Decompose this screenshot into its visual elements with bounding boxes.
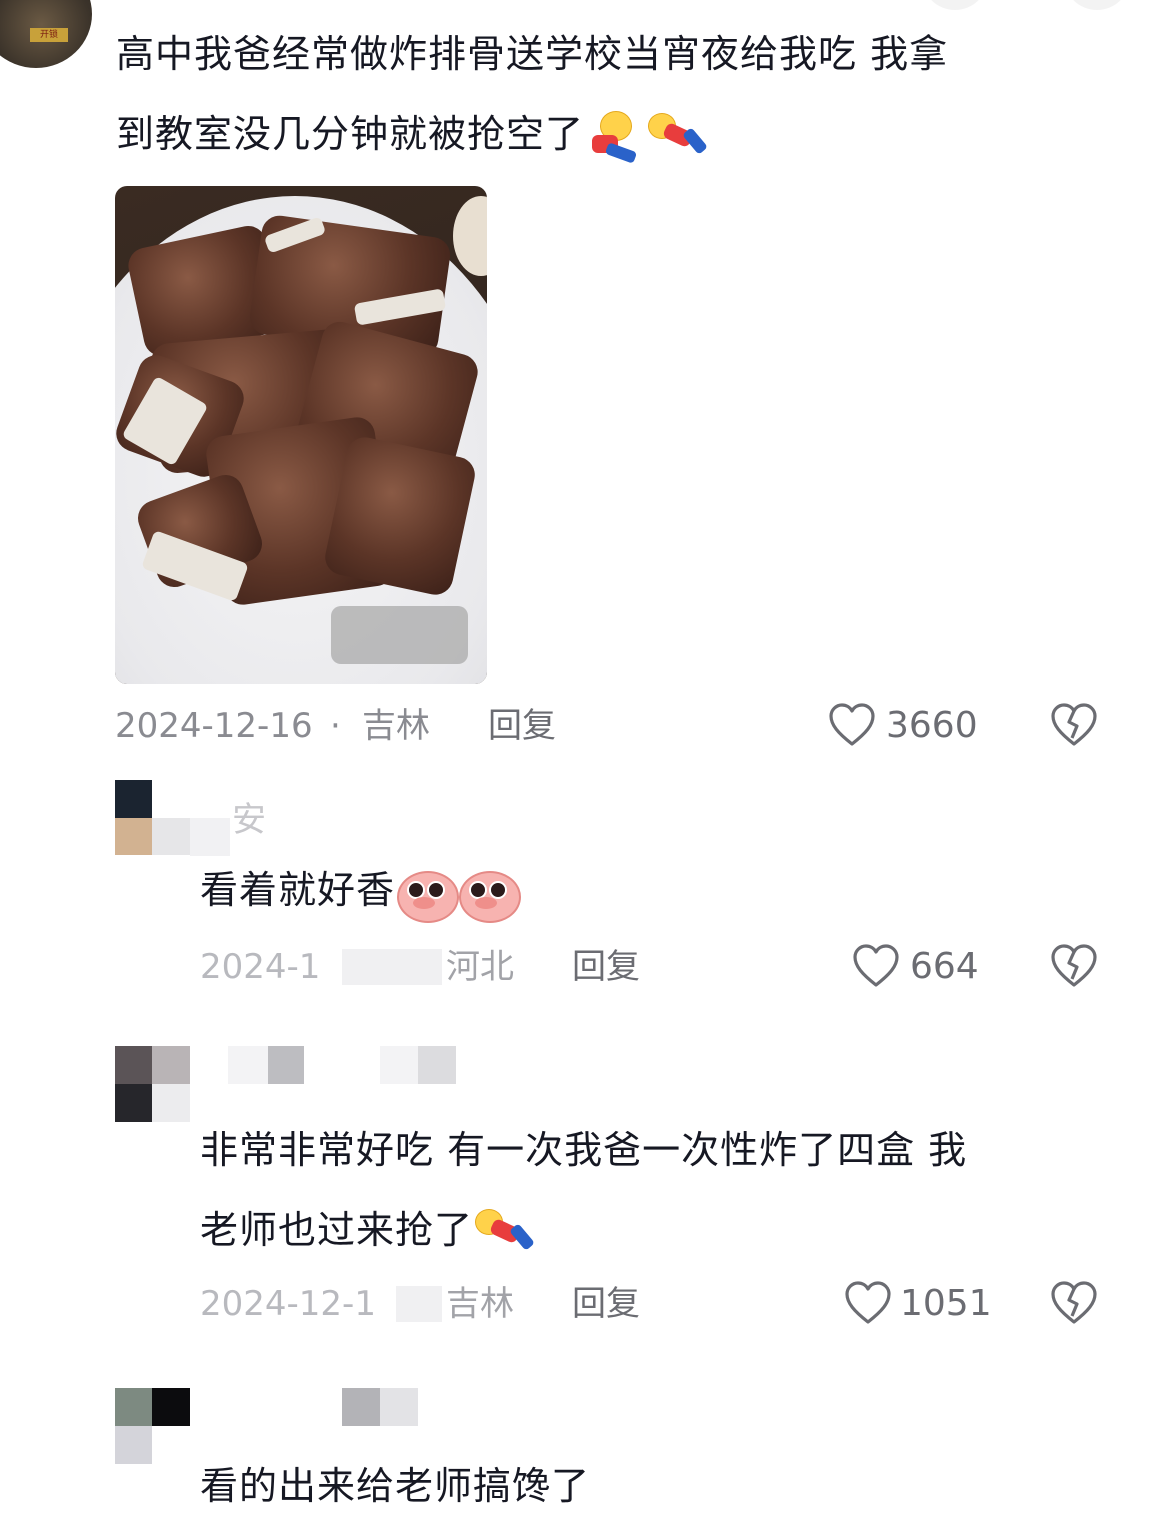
comment-line-with-emoji: 老师也过来抢了 — [200, 1190, 1120, 1270]
comment-line: 看的出来给老师搞馋了 — [200, 1464, 591, 1508]
reply-button[interactable]: 回复 — [572, 947, 640, 987]
avatar-sign-graphic: 开锁 — [30, 28, 68, 42]
date-blur — [396, 1286, 442, 1322]
reply-button[interactable]: 回复 — [488, 706, 556, 746]
comment-location: 吉林 — [362, 706, 430, 746]
username-blur — [342, 1388, 380, 1426]
comment-location: 吉林 — [446, 1284, 514, 1324]
comment-text: 非常非常好吃 有一次我爸一次性炸了四盒 我 老师也过来抢了 — [200, 1110, 1120, 1270]
comment-text: 看着就好香 — [200, 850, 522, 930]
dislike-icon[interactable] — [1050, 943, 1098, 989]
top-action-circle[interactable] — [1064, 0, 1130, 10]
comment-text: 高中我爸经常做炸排骨送学校当宵夜给我吃 我拿 到教室没几分钟就被抢空了 — [116, 14, 1116, 174]
comment-date: 2024-12-16 — [115, 706, 313, 746]
reply-avatar[interactable] — [115, 1388, 190, 1464]
dislike-icon[interactable] — [1050, 702, 1098, 748]
side-dish-graphic — [453, 196, 487, 276]
comment-line: 高中我爸经常做炸排骨送学校当宵夜给我吃 我拿 — [116, 32, 949, 76]
reply-avatar[interactable] — [115, 780, 190, 855]
like-count: 1051 — [900, 1283, 992, 1324]
heart-icon[interactable] — [852, 943, 900, 989]
pig-emoji-icon — [457, 865, 522, 923]
username-blur — [418, 1046, 456, 1084]
comment-line: 非常非常好吃 有一次我爸一次性炸了四盒 我 — [200, 1128, 968, 1172]
comment-line: 看着就好香 — [200, 868, 396, 912]
username-blur — [380, 1046, 418, 1084]
comment-line: 老师也过来抢了 — [200, 1208, 474, 1252]
comment-photo[interactable] — [115, 186, 487, 684]
top-action-circle[interactable] — [922, 0, 988, 10]
comment-location: 河北 — [446, 947, 514, 987]
username-blur — [268, 1046, 304, 1084]
watermark-blur — [331, 606, 468, 664]
comment-date: 2024-12-1 — [200, 1284, 376, 1324]
dislike-icon[interactable] — [1050, 1280, 1098, 1326]
reply-username-fragment[interactable]: 安 — [232, 800, 266, 840]
commenter-avatar[interactable]: 开锁 — [0, 0, 92, 68]
falling-man-emoji-icon — [473, 1205, 539, 1261]
heart-icon[interactable] — [828, 702, 876, 748]
comment-line-with-emoji: 到教室没几分钟就被抢空了 — [116, 94, 1116, 174]
heart-icon[interactable] — [844, 1280, 892, 1326]
meta-separator: · — [330, 706, 341, 746]
comment-date: 2024-1 — [200, 947, 321, 987]
like-count: 664 — [910, 946, 979, 987]
crying-laughing-man-emoji-icon — [584, 109, 646, 165]
comment-line: 到教室没几分钟就被抢空了 — [116, 112, 585, 156]
pig-emoji-icon — [395, 865, 460, 923]
username-blur — [380, 1388, 418, 1426]
reply-button[interactable]: 回复 — [572, 1284, 640, 1324]
reply-avatar[interactable] — [115, 1046, 190, 1122]
username-blur — [228, 1046, 268, 1084]
comment-text: 看的出来给老师搞馋了 — [200, 1446, 590, 1526]
falling-man-emoji-icon — [646, 109, 712, 165]
like-count: 3660 — [886, 705, 978, 746]
date-blur — [342, 949, 442, 985]
